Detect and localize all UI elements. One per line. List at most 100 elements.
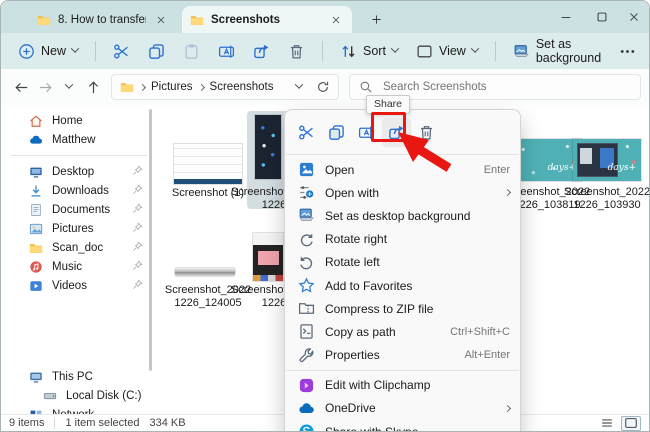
file-thumbnail-dark[interactable] (253, 233, 283, 281)
search-icon (359, 80, 373, 94)
recent-locations-button[interactable] (57, 75, 81, 99)
sidebar-item-label: Matthew (52, 133, 96, 146)
trash-icon (288, 43, 305, 60)
thumbnail-view-button[interactable] (621, 415, 641, 431)
set-as-background-button[interactable]: Set as background (506, 32, 608, 70)
menu-item-add-to-favorites[interactable]: Add to Favorites (285, 274, 520, 297)
menu-item-open[interactable]: Open Enter (285, 158, 520, 181)
forward-button[interactable] (33, 75, 57, 99)
copy-button[interactable] (322, 118, 351, 147)
sidebar-item-music[interactable]: Music (1, 257, 157, 276)
folder-icon (190, 13, 204, 27)
tab-label: 8. How to transfer data from a (58, 13, 146, 26)
maximize-button[interactable] (587, 5, 617, 29)
menu-item-rotate-left[interactable]: Rotate left (285, 251, 520, 274)
tab-how-to-transfer[interactable]: 8. How to transfer data from a (29, 6, 177, 33)
cut-icon (113, 43, 130, 60)
file-thumbnail-screenshot-1[interactable] (174, 144, 242, 184)
more-options-button[interactable] (612, 38, 643, 65)
computer-icon (29, 370, 43, 384)
cut-button[interactable] (292, 118, 321, 147)
chevron-down-icon[interactable] (294, 79, 304, 89)
paste-button[interactable] (176, 38, 207, 65)
sidebar-item-desktop[interactable]: Desktop (1, 162, 157, 181)
sort-button[interactable]: Sort (333, 38, 405, 65)
breadcrumb-chevron-icon (138, 83, 147, 91)
rename-icon (218, 43, 235, 60)
tab-close-icon[interactable] (153, 12, 169, 28)
copy-button[interactable] (141, 38, 172, 65)
breadcrumb-pictures[interactable]: Pictures (151, 81, 193, 93)
tab-close-icon[interactable] (328, 12, 344, 28)
menu-item-set-as-desktop-background[interactable]: Set as desktop background (285, 204, 520, 227)
set-background-label: Set as background (535, 37, 602, 65)
sidebar-item-downloads[interactable]: Downloads (1, 181, 157, 200)
file-label[interactable]: Screenshot_2022 1226_103930 (561, 186, 649, 212)
sidebar-item-home[interactable]: Home (1, 111, 157, 130)
menu-item-share-with-skype[interactable]: Share with Skype (285, 420, 520, 431)
file-thumbnail-teal-2[interactable]: days+ (573, 139, 641, 181)
menu-item-label: Open (325, 162, 355, 177)
breadcrumb-screenshots[interactable]: Screenshots (210, 81, 274, 93)
address-bar[interactable]: Pictures Screenshots (111, 74, 339, 100)
sidebar-item-pictures[interactable]: Pictures (1, 219, 157, 238)
menu-item-onedrive[interactable]: OneDrive (285, 397, 520, 420)
back-button[interactable] (9, 75, 33, 99)
tab-screenshots[interactable]: Screenshots (182, 6, 352, 33)
onedrive-cloud-icon (29, 133, 43, 147)
image-icon (298, 161, 315, 178)
sidebar-item-onedrive-matthew[interactable]: Matthew (1, 130, 157, 149)
new-button[interactable]: New (11, 38, 85, 65)
menu-item-open-with[interactable]: Open with (285, 181, 520, 204)
search-input[interactable] (381, 80, 631, 94)
file-thumbnail-selected[interactable] (255, 115, 281, 179)
ellipsis-icon (619, 43, 636, 60)
view-button[interactable]: View (409, 38, 485, 65)
menu-item-label: Rotate left (325, 255, 380, 270)
sidebar-item-documents[interactable]: Documents (1, 200, 157, 219)
up-button[interactable] (81, 75, 105, 99)
copy-icon (328, 124, 345, 141)
folder-icon (120, 80, 134, 94)
folder-icon (29, 241, 43, 255)
sidebar-item-scan-doc[interactable]: Scan_doc (1, 238, 157, 257)
new-tab-button[interactable] (366, 9, 386, 29)
refresh-icon[interactable] (316, 80, 330, 94)
details-view-button[interactable] (597, 416, 617, 431)
document-icon (29, 203, 43, 217)
clipchamp-icon (298, 377, 315, 394)
pin-icon (132, 241, 143, 252)
copy-icon (148, 43, 165, 60)
sort-arrows-icon (340, 43, 357, 60)
sidebar-scrollbar[interactable] (149, 109, 152, 371)
menu-item-label: Rotate right (325, 232, 388, 247)
minimize-button[interactable] (551, 5, 581, 29)
file-thumbnail-teal-1[interactable]: days+ (513, 139, 581, 181)
delete-button[interactable] (281, 38, 312, 65)
menu-item-copy-as-path[interactable]: Copy as path Ctrl+Shift+C (285, 320, 520, 343)
download-icon (29, 184, 43, 198)
chevron-down-icon (470, 43, 480, 53)
new-label: New (41, 44, 67, 58)
rename-button[interactable] (211, 38, 242, 65)
sidebar-item-videos[interactable]: Videos (1, 276, 157, 295)
menu-item-compress-to-zip[interactable]: Compress to ZIP file (285, 297, 520, 320)
sidebar-item-label: Scan_doc (52, 241, 104, 254)
sidebar-item-this-pc[interactable]: This PC (1, 367, 157, 386)
home-icon (29, 114, 43, 128)
delete-button[interactable] (412, 118, 441, 147)
menu-item-properties[interactable]: Properties Alt+Enter (285, 344, 520, 367)
share-button[interactable] (246, 38, 277, 65)
pin-icon (132, 203, 143, 214)
menu-item-label: Edit with Clipchamp (325, 378, 431, 393)
status-divider (54, 417, 56, 429)
sidebar-item-local-disk-c[interactable]: Local Disk (C:) (1, 386, 157, 405)
menu-item-edit-with-clipchamp[interactable]: Edit with Clipchamp (285, 374, 520, 397)
close-button[interactable] (619, 5, 649, 29)
cut-button[interactable] (106, 38, 137, 65)
menu-item-rotate-right[interactable]: Rotate right (285, 228, 520, 251)
file-thumbnail-laptop[interactable] (175, 268, 235, 276)
breadcrumb-chevron-icon (197, 83, 205, 91)
menu-divider (286, 154, 519, 155)
